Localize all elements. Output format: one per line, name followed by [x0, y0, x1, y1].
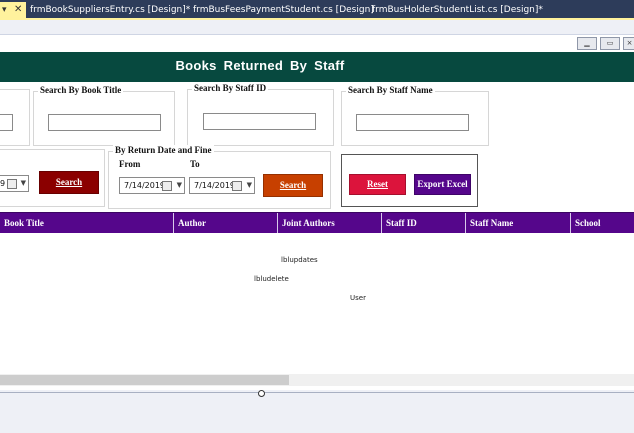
designer-divider	[0, 392, 634, 393]
tray-item-user[interactable]: User	[350, 294, 366, 302]
tab-frm-book-suppliers-entry[interactable]: frmBookSuppliersEntry.cs [Design]*	[30, 3, 190, 17]
group-title-staff-name: Search By Staff Name	[346, 85, 435, 95]
to-date-picker[interactable]: 7/14/2019 ▼	[189, 177, 255, 194]
close-window-button[interactable]: ×	[623, 37, 634, 50]
horizontal-scrollbar-thumb[interactable]	[0, 375, 289, 385]
tab-frm-bus-fees-payment-student[interactable]: frmBusFeesPaymentStudent.cs [Design]	[193, 3, 374, 17]
from-label: From	[119, 159, 141, 169]
group-left-partial-top	[0, 89, 30, 146]
column-header-staff-name[interactable]: Staff Name	[466, 213, 571, 233]
chevron-down-icon: ▼	[246, 181, 252, 189]
chevron-down-icon: ▼	[176, 181, 182, 189]
calendar-icon	[7, 179, 17, 189]
column-header-author[interactable]: Author	[174, 213, 278, 233]
to-label: To	[190, 159, 200, 169]
tray-item-lblupdates[interactable]: lblupdates	[281, 256, 318, 264]
left-partial-textbox[interactable]	[0, 114, 13, 131]
ide-tab-strip: ▾ ✕ frmBookSuppliersEntry.cs [Design]* f…	[0, 0, 634, 18]
staff-name-search-input[interactable]	[356, 114, 469, 131]
column-header-book-title[interactable]: Book Title	[0, 213, 174, 233]
close-icon[interactable]: ✕	[14, 4, 22, 15]
tab-frm-bus-holder-student-list[interactable]: frmBusHolderStudentList.cs [Design]*	[372, 3, 543, 17]
minimize-button[interactable]: ▁	[577, 37, 597, 50]
resize-handle[interactable]	[258, 390, 265, 397]
column-header-staff-id[interactable]: Staff ID	[382, 213, 466, 233]
group-by-return-date-and-fine: By Return Date and Fine From To 7/14/201…	[108, 145, 331, 209]
column-header-joint-authors[interactable]: Joint Authors	[278, 213, 382, 233]
group-title-staff-id: Search By Staff ID	[192, 83, 269, 93]
group-search-by-staff-id: Search By Staff ID	[187, 83, 334, 146]
form-header: Books Returned By Staff	[0, 52, 634, 82]
group-search-by-book-title: Search By Book Title	[33, 85, 175, 146]
column-header-school[interactable]: School	[571, 213, 634, 233]
active-tab-marker[interactable]: ▾ ✕	[0, 2, 26, 18]
book-title-search-input[interactable]	[48, 114, 161, 131]
left-search-button[interactable]: Search	[39, 171, 99, 194]
reset-button[interactable]: Reset	[349, 174, 406, 195]
maximize-button[interactable]: ▭	[600, 37, 620, 50]
page-title: Books Returned By Staff	[175, 58, 345, 73]
group-search-by-staff-name: Search By Staff Name	[341, 85, 489, 146]
return-date-search-button[interactable]: Search	[263, 174, 323, 197]
tray-item-lbludelete[interactable]: lbludelete	[254, 275, 289, 283]
chevron-down-icon: ▼	[20, 179, 26, 187]
group-title-return-date: By Return Date and Fine	[113, 145, 214, 155]
calendar-icon	[162, 181, 172, 191]
grid-header: Book Title Author Joint Authors Staff ID…	[0, 212, 634, 233]
left-partial-date-picker[interactable]: 9 ▼	[0, 175, 29, 192]
group-actions: Reset Export Excel	[341, 154, 478, 207]
group-title-book-title: Search By Book Title	[38, 85, 124, 95]
staff-id-search-input[interactable]	[203, 113, 316, 130]
from-date-picker[interactable]: 7/14/2019 ▼	[119, 177, 185, 194]
export-excel-button[interactable]: Export Excel	[414, 174, 471, 195]
pin-icon[interactable]: ▾	[2, 5, 7, 15]
group-left-partial-bottom: 9 ▼ Search	[0, 149, 105, 207]
calendar-icon	[232, 181, 242, 191]
